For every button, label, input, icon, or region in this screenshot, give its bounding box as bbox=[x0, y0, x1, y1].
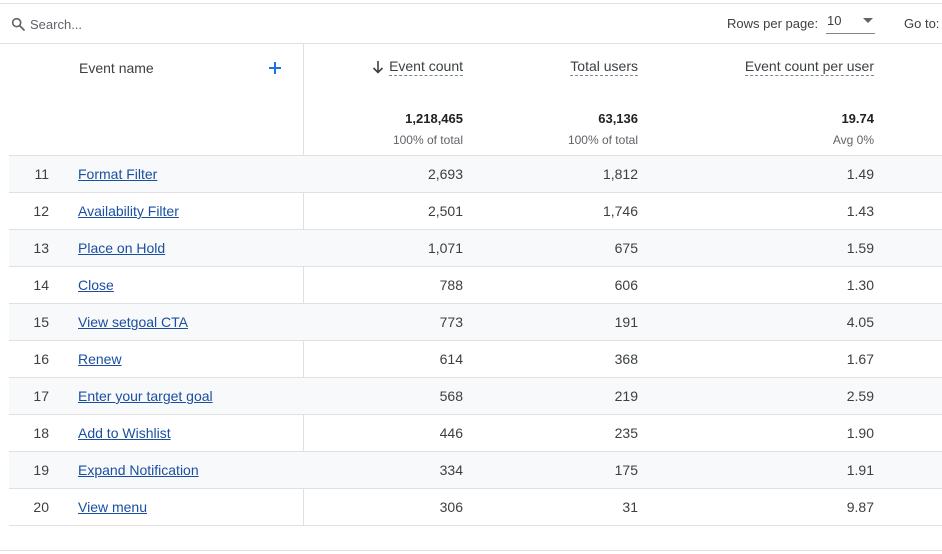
event-count-cell: 306 bbox=[439, 499, 463, 515]
row-index: 13 bbox=[33, 240, 49, 256]
event-count-cell: 788 bbox=[439, 277, 463, 293]
table-row: 17 Enter your target goal 568 219 2.59 bbox=[9, 378, 942, 415]
table-row: 20 View menu 306 31 9.87 bbox=[9, 489, 942, 526]
event-count-per-user-cell: 4.05 bbox=[846, 314, 874, 330]
event-count-per-user-cell: 1.91 bbox=[846, 462, 874, 478]
event-count-per-user-cell: 1.59 bbox=[846, 240, 874, 256]
table-row: 13 Place on Hold 1,071 675 1.59 bbox=[9, 230, 942, 267]
event-count-cell: 2,501 bbox=[427, 203, 463, 219]
table-body: 11 Format Filter 2,693 1,812 1.49 12 Ava… bbox=[9, 156, 942, 526]
event-name-link[interactable]: Format Filter bbox=[78, 166, 157, 182]
event-name-link[interactable]: View setgoal CTA bbox=[78, 314, 188, 330]
event-count-per-user-avg: Avg 0% bbox=[832, 133, 874, 147]
table-row: 14 Close 788 606 1.30 bbox=[9, 267, 942, 304]
total-users-cell: 368 bbox=[614, 351, 638, 367]
total-event-count-per-user: 19.74 bbox=[841, 111, 874, 126]
total-users-cell: 175 bbox=[614, 462, 638, 478]
event-count-cell: 2,693 bbox=[427, 166, 463, 182]
total-users-cell: 31 bbox=[622, 499, 638, 515]
event-name-link[interactable]: View menu bbox=[78, 499, 147, 515]
event-count-per-user-cell: 1.43 bbox=[846, 203, 874, 219]
row-index: 19 bbox=[33, 462, 49, 478]
goto-label: Go to: bbox=[904, 16, 940, 31]
total-event-count-share: 100% of total bbox=[392, 133, 463, 147]
table-row: 19 Expand Notification 334 175 1.91 bbox=[9, 452, 942, 489]
total-event-count: 1,218,465 bbox=[405, 111, 463, 126]
event-name-link[interactable]: Add to Wishlist bbox=[78, 425, 171, 441]
table-row: 18 Add to Wishlist 446 235 1.90 bbox=[9, 415, 942, 452]
event-name-link[interactable]: Availability Filter bbox=[78, 203, 179, 219]
event-name-link[interactable]: Enter your target goal bbox=[78, 388, 213, 404]
event-count-per-user-cell: 1.90 bbox=[846, 425, 874, 441]
rows-per-page-label: Rows per page: bbox=[727, 16, 819, 31]
total-users-cell: 219 bbox=[614, 388, 638, 404]
event-name-link[interactable]: Place on Hold bbox=[78, 240, 165, 256]
row-index: 11 bbox=[34, 166, 49, 182]
total-users-cell: 675 bbox=[614, 240, 638, 256]
row-index: 20 bbox=[33, 499, 49, 515]
column-header-event-count-per-user[interactable]: Event count per user bbox=[744, 58, 874, 76]
total-users-value: 63,136 bbox=[598, 111, 638, 126]
event-name-link[interactable]: Renew bbox=[78, 351, 122, 367]
event-name-link[interactable]: Close bbox=[78, 277, 114, 293]
row-index: 12 bbox=[33, 203, 49, 219]
event-count-cell: 773 bbox=[439, 314, 463, 330]
rows-per-page-select[interactable]: 10 bbox=[826, 12, 875, 34]
table-row: 15 View setgoal CTA 773 191 4.05 bbox=[9, 304, 942, 341]
rows-per-page-value: 10 bbox=[827, 13, 842, 28]
event-count-per-user-cell: 1.49 bbox=[846, 166, 874, 182]
bottom-divider bbox=[0, 550, 942, 551]
event-count-cell: 446 bbox=[439, 425, 463, 441]
event-name-link[interactable]: Expand Notification bbox=[78, 462, 199, 478]
event-count-cell: 1,071 bbox=[427, 240, 463, 256]
column-header-total-users[interactable]: Total users bbox=[570, 58, 638, 76]
event-count-per-user-cell: 1.30 bbox=[846, 277, 874, 293]
total-users-cell: 1,812 bbox=[602, 166, 638, 182]
table-row: 12 Availability Filter 2,501 1,746 1.43 bbox=[9, 193, 942, 230]
row-index: 17 bbox=[33, 388, 49, 404]
add-dimension-icon[interactable] bbox=[266, 59, 284, 77]
dimension-header-event-name[interactable]: Event name bbox=[79, 60, 154, 76]
row-index: 16 bbox=[33, 351, 49, 367]
row-index: 15 bbox=[33, 314, 49, 330]
table-row: 16 Renew 614 368 1.67 bbox=[9, 341, 942, 378]
total-users-share: 100% of total bbox=[567, 133, 638, 147]
total-users-cell: 1,746 bbox=[602, 203, 638, 219]
table-toolbar: Rows per page: 10 Go to: bbox=[0, 4, 942, 44]
event-count-cell: 568 bbox=[439, 388, 463, 404]
sort-descending-icon bbox=[372, 61, 384, 74]
event-count-cell: 614 bbox=[439, 351, 463, 367]
column-header-event-count[interactable]: Event count bbox=[389, 58, 463, 76]
event-count-per-user-cell: 1.67 bbox=[846, 351, 874, 367]
row-index: 14 bbox=[33, 277, 49, 293]
table-row: 11 Format Filter 2,693 1,812 1.49 bbox=[9, 156, 942, 193]
chevron-down-icon bbox=[863, 18, 873, 23]
search-icon bbox=[11, 17, 25, 31]
event-count-cell: 334 bbox=[439, 462, 463, 478]
search-input[interactable] bbox=[30, 14, 330, 34]
event-count-per-user-cell: 2.59 bbox=[846, 388, 874, 404]
total-users-cell: 606 bbox=[614, 277, 638, 293]
row-index: 18 bbox=[33, 425, 49, 441]
total-users-cell: 191 bbox=[614, 314, 638, 330]
event-count-per-user-cell: 9.87 bbox=[846, 499, 874, 515]
total-users-cell: 235 bbox=[614, 425, 638, 441]
